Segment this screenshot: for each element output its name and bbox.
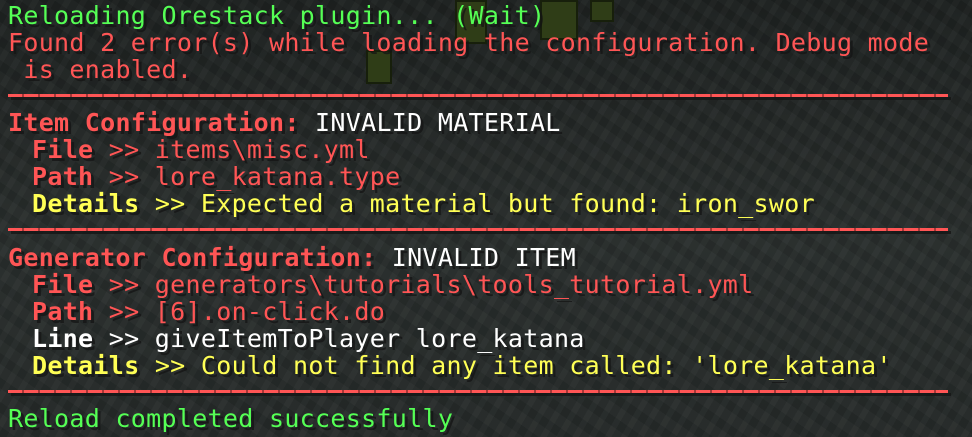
error-2-details-label: Details <box>32 351 140 380</box>
error-2-line-value: >> giveItemToPlayer lore_katana <box>93 324 585 353</box>
error-1-file-row: File >> items\misc.yml <box>32 136 370 163</box>
error-1-title: Item Configuration: <box>8 108 300 137</box>
error-2-path-row: Path >> [6].on-click.do <box>32 298 385 325</box>
separator <box>8 390 948 393</box>
error-2-path-value: >> [6].on-click.do <box>93 297 386 326</box>
error-2-details-row: Details >> Could not find any item calle… <box>32 352 892 379</box>
error-1-details-value: >> Expected a material but found: iron_s… <box>139 189 815 218</box>
separator <box>8 228 948 231</box>
error-1-file-label: File <box>32 135 94 164</box>
error-1-type: INVALID MATERIAL <box>299 108 561 137</box>
error-1-path-label: Path <box>32 162 94 191</box>
error-2-details-value: >> Could not find any item called: 'lore… <box>139 351 892 380</box>
separator <box>8 94 948 97</box>
errors-message-line1: Found 2 error(s) while loading the confi… <box>8 28 930 57</box>
error-1-file-value: >> items\misc.yml <box>93 135 370 164</box>
error-1-details-row: Details >> Expected a material but found… <box>32 190 815 217</box>
error-2-header: Generator Configuration: INVALID ITEM <box>8 244 576 271</box>
error-2-title: Generator Configuration: <box>8 243 377 272</box>
error-1-details-label: Details <box>32 189 140 218</box>
error-2-path-label: Path <box>32 297 94 326</box>
error-2-file-row: File >> generators\tutorials\tools_tutor… <box>32 271 754 298</box>
error-1-header: Item Configuration: INVALID MATERIAL <box>8 109 561 136</box>
error-2-line-row: Line >> giveItemToPlayer lore_katana <box>32 325 585 352</box>
error-2-file-value: >> generators\tutorials\tools_tutorial.y… <box>93 270 754 299</box>
error-2-file-label: File <box>32 270 94 299</box>
error-2-line-label: Line <box>32 324 94 353</box>
error-1-path-value: >> lore_katana.type <box>93 162 401 191</box>
error-2-type: INVALID ITEM <box>376 243 577 272</box>
reloading-message: Reloading Orestack plugin... (Wait) <box>8 1 546 30</box>
chat-panel: Reloading Orestack plugin... (Wait) Foun… <box>0 0 972 437</box>
errors-message-line2: is enabled. <box>8 55 193 84</box>
error-1-path-row: Path >> lore_katana.type <box>32 163 400 190</box>
completed-message: Reload completed successfully <box>8 404 454 433</box>
